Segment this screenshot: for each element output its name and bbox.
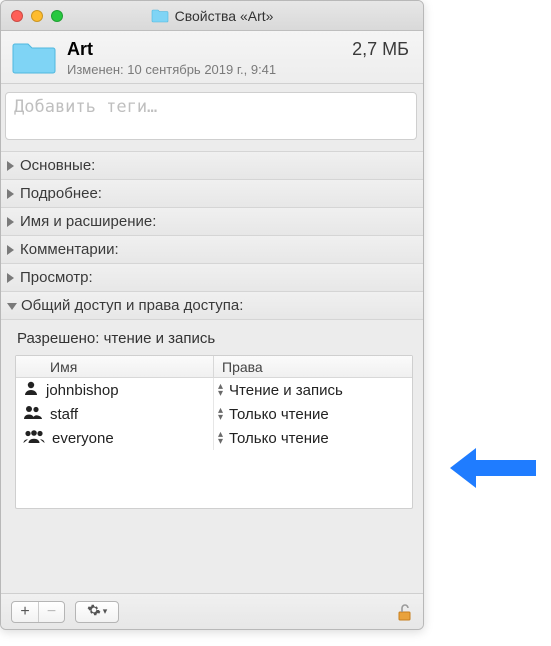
section-label: Общий доступ и права доступа: xyxy=(21,297,243,314)
section-label: Комментарии: xyxy=(20,241,119,258)
privilege-cell[interactable]: ▴▾ Чтение и запись xyxy=(214,382,412,399)
section-label: Подробнее: xyxy=(20,185,102,202)
tags-input[interactable] xyxy=(5,92,417,140)
user-name: everyone xyxy=(52,430,114,447)
plus-icon: + xyxy=(20,603,29,621)
name-cell: everyone xyxy=(16,426,214,450)
section-label: Просмотр: xyxy=(20,269,93,286)
header-text: Art 2,7 МБ Изменен: 10 сентябрь 2019 г.,… xyxy=(67,39,409,77)
item-name: Art xyxy=(67,39,93,60)
user-name: staff xyxy=(50,406,78,423)
table-row[interactable]: johnbishop ▴▾ Чтение и запись xyxy=(16,378,412,402)
sharing-body: Разрешено: чтение и запись Имя Права joh… xyxy=(1,320,423,519)
sections: Основные: Подробнее: Имя и расширение: К… xyxy=(1,151,423,519)
remove-user-button[interactable]: − xyxy=(38,602,64,622)
stepper-icon: ▴▾ xyxy=(218,431,223,445)
minimize-window-button[interactable] xyxy=(31,10,43,22)
gear-icon xyxy=(87,603,101,620)
column-label: Права xyxy=(222,359,263,375)
privilege-cell[interactable]: ▴▾ Только чтение xyxy=(214,406,412,423)
section-sharing[interactable]: Общий доступ и права доступа: xyxy=(1,292,423,320)
section-name-extension[interactable]: Имя и расширение: xyxy=(1,208,423,236)
section-label: Имя и расширение: xyxy=(20,213,156,230)
traffic-lights xyxy=(1,10,63,22)
name-cell: johnbishop xyxy=(16,378,214,402)
stepper-icon: ▴▾ xyxy=(218,407,223,421)
user-name: johnbishop xyxy=(46,382,119,399)
add-user-button[interactable]: + xyxy=(12,602,38,622)
minus-icon: − xyxy=(47,603,56,621)
privilege-value: Только чтение xyxy=(229,406,329,423)
user-icon xyxy=(22,428,46,448)
name-cell: staff xyxy=(16,402,214,426)
owner-permissions-label: Разрешено: чтение и запись xyxy=(15,326,413,355)
column-label: Имя xyxy=(50,359,77,375)
stepper-icon: ▴▾ xyxy=(218,383,223,397)
privilege-value: Только чтение xyxy=(229,430,329,447)
section-general[interactable]: Основные: xyxy=(1,152,423,180)
table-header: Имя Права xyxy=(16,356,412,378)
add-remove-segment: + − xyxy=(11,601,65,623)
section-more-info[interactable]: Подробнее: xyxy=(1,180,423,208)
item-modified: Изменен: 10 сентябрь 2019 г., 9:41 xyxy=(67,62,409,77)
section-preview[interactable]: Просмотр: xyxy=(1,264,423,292)
action-menu-button[interactable]: ▾ xyxy=(75,601,119,623)
callout-arrow-icon xyxy=(448,446,538,493)
chevron-down-icon: ▾ xyxy=(103,606,108,617)
disclosure-triangle-icon xyxy=(7,217,14,227)
privilege-value: Чтение и запись xyxy=(229,382,343,399)
tags-section xyxy=(1,84,423,151)
table-row[interactable]: staff ▴▾ Только чтение xyxy=(16,402,412,426)
disclosure-triangle-icon xyxy=(7,161,14,171)
titlebar: Свойства «Art» xyxy=(1,1,423,31)
footer-toolbar: + − ▾ xyxy=(1,593,423,629)
section-comments[interactable]: Комментарии: xyxy=(1,236,423,264)
user-icon xyxy=(22,404,44,424)
zoom-window-button[interactable] xyxy=(51,10,63,22)
info-header: Art 2,7 МБ Изменен: 10 сентябрь 2019 г.,… xyxy=(1,31,423,84)
close-window-button[interactable] xyxy=(11,10,23,22)
disclosure-triangle-icon xyxy=(7,189,14,199)
lock-icon[interactable] xyxy=(397,602,413,622)
disclosure-triangle-icon xyxy=(7,303,17,310)
window-title: Свойства «Art» xyxy=(175,8,274,24)
window-title-wrap: Свойства «Art» xyxy=(1,8,423,24)
folder-icon xyxy=(151,9,169,23)
column-header-name[interactable]: Имя xyxy=(16,356,214,377)
item-size: 2,7 МБ xyxy=(352,39,409,60)
privilege-cell[interactable]: ▴▾ Только чтение xyxy=(214,430,412,447)
disclosure-triangle-icon xyxy=(7,245,14,255)
user-icon xyxy=(22,380,40,400)
permissions-table: Имя Права johnbishop ▴▾ Чтение и запись sta… xyxy=(15,355,413,509)
get-info-window: Свойства «Art» Art 2,7 МБ Изменен: 10 се… xyxy=(0,0,424,630)
disclosure-triangle-icon xyxy=(7,273,14,283)
table-row[interactable]: everyone ▴▾ Только чтение xyxy=(16,426,412,450)
table-body: johnbishop ▴▾ Чтение и запись staff ▴▾ Только… xyxy=(16,378,412,508)
section-label: Основные: xyxy=(20,157,95,174)
column-header-privilege[interactable]: Права xyxy=(214,359,412,375)
folder-icon xyxy=(11,40,57,76)
